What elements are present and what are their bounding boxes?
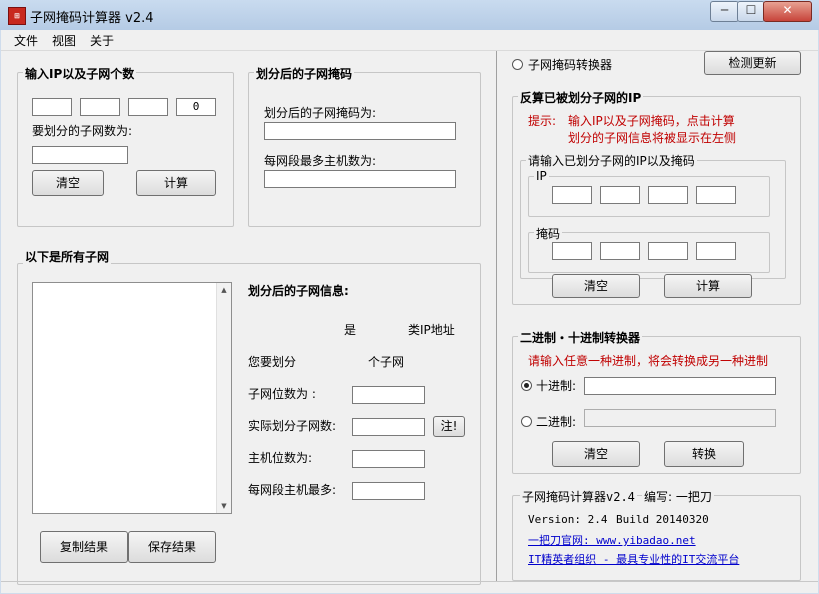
close-button[interactable]: ✕ xyxy=(763,1,812,22)
max-hosts-per-segment-field[interactable] xyxy=(352,482,425,500)
mask-converter-label: 子网掩码转换器 xyxy=(528,58,613,72)
about-author: 编写: 一把刀 xyxy=(642,488,714,505)
host-bits-label: 主机位数为: xyxy=(248,451,313,465)
window-title: 子网掩码计算器 v2.4 xyxy=(30,11,154,26)
menu-view[interactable]: 视图 xyxy=(52,32,76,49)
save-results-button[interactable]: 保存结果 xyxy=(128,531,216,563)
actual-subnets-label: 实际划分子网数: xyxy=(248,419,337,433)
scroll-down-arrow-icon[interactable]: ▼ xyxy=(217,499,231,513)
reverse-mask-octet-4-input[interactable] xyxy=(696,242,736,260)
base-converter-title: 二进制・十进制转换器 xyxy=(518,329,643,346)
mask-result-field[interactable] xyxy=(264,122,456,140)
host-bits-field[interactable] xyxy=(352,450,425,468)
reverse-calc-title: 反算已被划分子网的IP xyxy=(518,89,644,106)
menu-file[interactable]: 文件 xyxy=(14,32,38,49)
actual-subnets-field[interactable] xyxy=(352,418,425,436)
subnets-suffix-label: 个子网 xyxy=(368,355,405,369)
reverse-clear-button[interactable]: 清空 xyxy=(552,274,640,298)
subnet-count-input[interactable] xyxy=(32,146,128,164)
base-converter-hint: 请输入任意一种进制，将会转换成另一种进制 xyxy=(528,354,769,368)
menu-about[interactable]: 关于 xyxy=(90,32,114,49)
reverse-input-title: 请输入已划分子网的IP以及掩码 xyxy=(526,152,697,169)
scroll-up-arrow-icon[interactable]: ▲ xyxy=(217,283,231,297)
app-icon: ⊞ xyxy=(8,7,26,25)
mask-group xyxy=(248,72,481,227)
decimal-radio[interactable] xyxy=(521,380,532,391)
reverse-mask-octet-3-input[interactable] xyxy=(648,242,688,260)
subnet-count-label: 要划分的子网数为: xyxy=(32,124,133,138)
decimal-label: 十进制: xyxy=(536,379,577,393)
official-site-link[interactable]: 一把刀官网: www.yibadao.net xyxy=(528,532,696,548)
mask-converter-radio[interactable] xyxy=(512,59,523,70)
maximize-button[interactable]: ☐ xyxy=(737,1,765,22)
reverse-mask-octet-2-input[interactable] xyxy=(600,242,640,260)
minimize-button[interactable]: ─ xyxy=(710,1,739,22)
check-update-button[interactable]: 检测更新 xyxy=(704,51,801,75)
hint-line-1: 输入IP以及子网掩码，点击计算 xyxy=(568,114,735,128)
converter-convert-button[interactable]: 转换 xyxy=(664,441,744,467)
ip-octet-3-input[interactable] xyxy=(128,98,168,116)
you-split-label: 您要划分 xyxy=(248,355,297,369)
reverse-ip-title: IP xyxy=(534,169,549,183)
ip-octet-4-input[interactable]: 0 xyxy=(176,98,216,116)
reverse-ip-octet-1-input[interactable] xyxy=(552,186,592,204)
subnet-bits-field[interactable] xyxy=(352,386,425,404)
converter-clear-button[interactable]: 清空 xyxy=(552,441,640,467)
menu-bar: 文件 视图 关于 xyxy=(1,30,818,51)
mask-result-label: 划分后的子网掩码为: xyxy=(264,106,377,120)
title-bar: ⊞ 子网掩码计算器 v2.4 ─ ☐ ✕ xyxy=(0,0,819,30)
mask-group-title: 划分后的子网掩码 xyxy=(254,65,355,82)
binary-input[interactable] xyxy=(584,409,776,427)
about-title: 子网掩码计算器v2.4 xyxy=(520,488,637,505)
reverse-ip-octet-3-input[interactable] xyxy=(648,186,688,204)
reverse-ip-octet-4-input[interactable] xyxy=(696,186,736,204)
note-button[interactable]: 注! xyxy=(433,416,465,437)
copy-results-button[interactable]: 复制结果 xyxy=(40,531,128,563)
subnet-bits-label: 子网位数为 : xyxy=(248,387,316,401)
subnet-list-scrollbar[interactable]: ▲ ▼ xyxy=(216,283,231,513)
about-build: Build 20140320 xyxy=(616,513,709,526)
ip-octet-1-input[interactable] xyxy=(32,98,72,116)
main-client-area: 输入IP以及子网个数 0 要划分的子网数为: 清空 计算 划分后的子网掩码 划分… xyxy=(1,51,818,593)
panel-divider xyxy=(496,51,497,581)
input-group-title: 输入IP以及子网个数 xyxy=(23,65,137,82)
max-hosts-per-segment-label: 每网段主机最多: xyxy=(248,483,337,497)
reverse-mask-title: 掩码 xyxy=(534,225,563,242)
binary-radio[interactable] xyxy=(521,416,532,427)
ip-class-label: 类IP地址 xyxy=(408,323,455,337)
reverse-calc-button[interactable]: 计算 xyxy=(664,274,752,298)
max-hosts-result-field[interactable] xyxy=(264,170,456,188)
reverse-ip-octet-2-input[interactable] xyxy=(600,186,640,204)
binary-label: 二进制: xyxy=(536,415,577,429)
input-calc-button[interactable]: 计算 xyxy=(136,170,216,196)
subnet-info-title: 划分后的子网信息: xyxy=(248,284,349,298)
ip-class-is-label: 是 xyxy=(344,323,357,337)
subnet-list[interactable]: ▲ ▼ xyxy=(32,282,232,514)
about-version: Version: 2.4 xyxy=(528,513,608,526)
decimal-input[interactable] xyxy=(584,377,776,395)
input-clear-button[interactable]: 清空 xyxy=(32,170,104,196)
it-elite-link[interactable]: IT精英者组织 - 最具专业性的IT交流平台 xyxy=(528,551,739,567)
ip-octet-2-input[interactable] xyxy=(80,98,120,116)
max-hosts-result-label: 每网段最多主机数为: xyxy=(264,154,377,168)
subnets-group-title: 以下是所有子网 xyxy=(23,248,112,265)
hint-line-2: 划分的子网信息将被显示在左侧 xyxy=(568,131,737,145)
hint-prefix: 提示: xyxy=(528,114,557,128)
bottom-divider xyxy=(1,581,818,582)
reverse-mask-octet-1-input[interactable] xyxy=(552,242,592,260)
